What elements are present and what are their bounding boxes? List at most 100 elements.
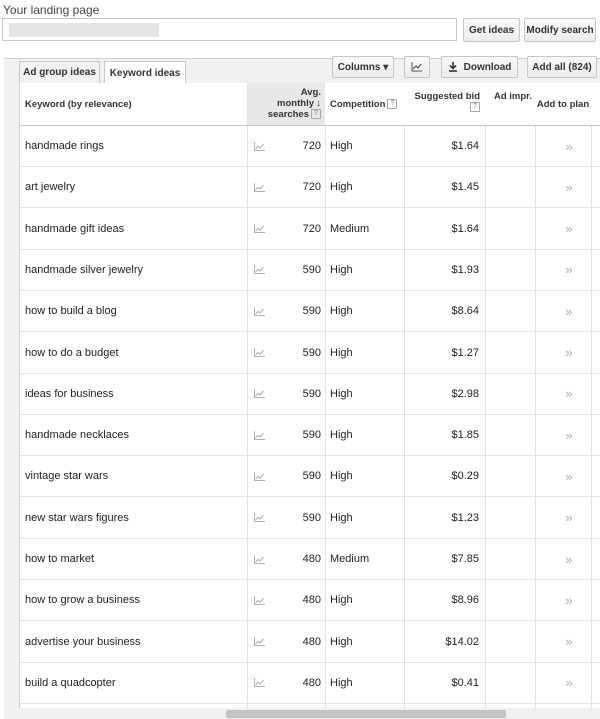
keyword-cell[interactable]: how to build a blog	[25, 291, 245, 331]
header-suggested-bid[interactable]: Suggested bid ?	[404, 83, 485, 125]
competition-cell: High	[330, 305, 353, 318]
header-bid-label: Suggested bid	[414, 91, 480, 102]
trend-chart-icon[interactable]	[252, 415, 266, 455]
modify-search-button[interactable]: Modify search	[524, 18, 596, 42]
avg-searches-cell: 590	[302, 429, 321, 442]
landing-page-input[interactable]	[2, 18, 457, 41]
add-all-button[interactable]: Add all (824)	[527, 56, 597, 78]
help-icon[interactable]: ?	[387, 99, 398, 109]
header-avg-line2: monthly	[277, 98, 314, 109]
keyword-cell[interactable]: ideas for business	[25, 374, 245, 414]
add-to-plan-icon[interactable]: »	[561, 250, 577, 290]
header-competition[interactable]: Competition?	[325, 83, 404, 125]
suggested-bid-cell: $8.64	[451, 305, 479, 318]
add-to-plan-icon[interactable]: »	[561, 622, 577, 662]
table-row: how to build a blog 590 High $8.64 »	[20, 291, 600, 333]
suggested-bid-cell: $1.64	[451, 222, 479, 235]
add-to-plan-icon[interactable]: »	[561, 209, 577, 249]
get-ideas-button[interactable]: Get ideas	[463, 18, 520, 42]
add-to-plan-icon[interactable]: »	[561, 126, 577, 166]
add-to-plan-icon[interactable]: »	[561, 374, 577, 414]
competition-cell: High	[330, 635, 353, 648]
add-to-plan-icon[interactable]: »	[561, 333, 577, 373]
table-row: handmade silver jewelry 590 High $1.93 »	[20, 250, 600, 291]
table-row: build a quadcopter 480 High $0.41 »	[20, 663, 600, 704]
avg-searches-cell: 590	[302, 346, 321, 359]
add-to-plan-icon[interactable]: »	[561, 291, 577, 331]
trend-chart-icon[interactable]	[252, 374, 266, 414]
trend-chart-icon[interactable]	[252, 250, 266, 290]
table-row: handmade necklaces 590 High $1.85 »	[20, 415, 600, 457]
suggested-bid-cell: $1.27	[451, 346, 479, 359]
trend-chart-icon[interactable]	[252, 209, 266, 249]
trend-chart-icon[interactable]	[252, 580, 266, 620]
add-to-plan-icon[interactable]: »	[561, 539, 577, 579]
chart-icon	[411, 62, 422, 72]
keyword-cell[interactable]: new star wars figures	[25, 498, 245, 538]
help-icon[interactable]: ?	[311, 109, 321, 120]
tab-ad-group-ideas[interactable]: Ad group ideas	[19, 61, 100, 83]
trend-chart-icon[interactable]	[252, 539, 266, 579]
avg-searches-cell: 480	[302, 553, 321, 565]
keyword-cell[interactable]: handmade necklaces	[25, 415, 245, 455]
competition-cell: High	[330, 387, 353, 400]
keyword-cell[interactable]: handmade rings	[25, 126, 245, 166]
trend-chart-icon[interactable]	[252, 126, 266, 166]
trend-chart-icon[interactable]	[252, 663, 266, 703]
suggested-bid-cell: $1.23	[451, 511, 479, 524]
table-header: Keyword (by relevance) Avg. monthly ↓ sea…	[20, 83, 600, 126]
keyword-cell[interactable]: handmade gift ideas	[25, 209, 245, 249]
table-row: handmade rings 720 High $1.64 »	[20, 126, 600, 167]
header-avg-monthly-searches[interactable]: Avg. monthly ↓ searches?	[247, 83, 325, 125]
keyword-cell[interactable]: vintage star wars	[25, 456, 245, 496]
scrollbar-thumb[interactable]	[226, 710, 506, 718]
add-to-plan-icon[interactable]: »	[561, 663, 577, 703]
suggested-bid-cell: $14.02	[445, 635, 479, 648]
add-to-plan-icon[interactable]: »	[561, 167, 577, 207]
suggested-bid-cell: $1.64	[451, 140, 479, 152]
keyword-cell[interactable]: build a quadcopter	[25, 663, 245, 703]
keyword-cell[interactable]: how to grow a business	[25, 580, 245, 620]
header-keyword[interactable]: Keyword (by relevance)	[20, 83, 247, 125]
header-competition-label: Competition	[330, 98, 386, 110]
avg-searches-cell: 480	[302, 635, 321, 648]
suggested-bid-cell: $0.41	[451, 676, 479, 689]
competition-cell: High	[330, 511, 353, 524]
avg-searches-cell: 480	[302, 594, 321, 607]
add-to-plan-icon[interactable]: »	[561, 456, 577, 496]
add-to-plan-icon[interactable]: »	[561, 415, 577, 455]
download-button[interactable]: Download	[441, 56, 518, 78]
help-icon[interactable]: ?	[470, 102, 480, 113]
avg-searches-cell: 590	[302, 387, 321, 400]
trend-chart-icon[interactable]	[252, 333, 266, 373]
competition-cell: High	[330, 181, 353, 194]
trend-chart-icon[interactable]	[252, 167, 266, 207]
avg-searches-cell: 480	[302, 676, 321, 689]
keyword-cell[interactable]: advertise your business	[25, 622, 245, 662]
keyword-cell[interactable]: art jewelry	[25, 167, 245, 207]
keyword-cell[interactable]: handmade silver jewelry	[25, 250, 245, 290]
trend-chart-icon[interactable]	[252, 291, 266, 331]
add-to-plan-icon[interactable]: »	[561, 580, 577, 620]
suggested-bid-cell: $8.96	[451, 594, 479, 607]
tab-keyword-ideas[interactable]: Keyword ideas	[104, 61, 186, 85]
competition-cell: High	[330, 140, 353, 152]
header-ad-impr[interactable]: Ad impr.	[485, 83, 535, 125]
keyword-cell[interactable]: how to do a budget	[25, 333, 245, 373]
avg-searches-cell: 720	[302, 140, 321, 152]
competition-cell: Medium	[330, 222, 370, 235]
keyword-cell[interactable]: how to market	[25, 539, 245, 579]
trend-chart-icon[interactable]	[252, 456, 266, 496]
trend-chart-icon[interactable]	[252, 622, 266, 662]
sort-down-icon: ↓	[316, 98, 321, 109]
trend-chart-icon[interactable]	[252, 498, 266, 538]
columns-button[interactable]: Columns ▾	[332, 56, 394, 78]
download-icon	[448, 62, 457, 72]
avg-searches-cell: 590	[302, 263, 321, 276]
chart-toggle-button[interactable]	[404, 56, 430, 78]
avg-searches-cell: 720	[302, 181, 321, 194]
competition-cell: Medium	[330, 553, 370, 565]
competition-cell: High	[330, 346, 353, 359]
avg-searches-cell: 720	[302, 222, 321, 235]
add-to-plan-icon[interactable]: »	[561, 498, 577, 538]
